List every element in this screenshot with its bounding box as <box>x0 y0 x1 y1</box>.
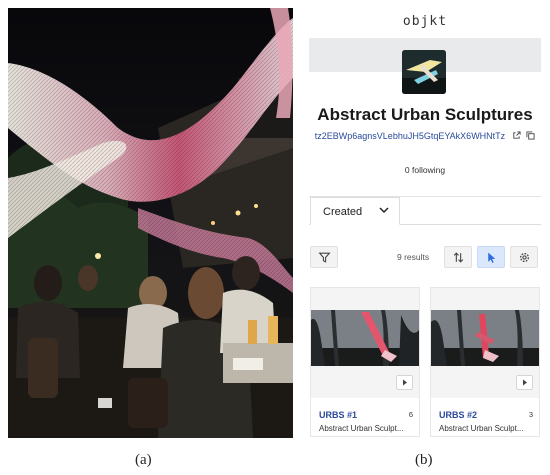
play-icon <box>523 379 527 386</box>
token-name[interactable]: URBS #1 <box>319 410 357 420</box>
caption-b: (b) <box>415 452 433 468</box>
token-name[interactable]: URBS #2 <box>439 410 477 420</box>
results-count: 9 results <box>397 252 430 262</box>
collection-title: Abstract Urban Sculptures <box>317 105 533 124</box>
following-count[interactable]: 0 following <box>309 165 541 175</box>
edition-count: 6 <box>408 410 413 419</box>
token-image <box>431 310 539 366</box>
filter-icon <box>318 252 331 263</box>
wallet-address-link[interactable]: tz2EBWp6agnsVLebhuJH5GtqEYAkX6WHNtTz <box>315 131 505 141</box>
token-description: Abstract Urban Sculpt... <box>319 424 404 433</box>
photo-scene <box>8 8 293 438</box>
token-image <box>311 310 419 366</box>
edition-count: 3 <box>528 410 533 419</box>
play-button[interactable] <box>396 375 413 390</box>
collection-avatar <box>402 50 446 94</box>
play-button[interactable] <box>516 375 533 390</box>
wallet-address-row: tz2EBWp6agnsVLebhuJH5GtqEYAkX6WHNtTz <box>309 131 541 141</box>
tab-created-label: Created <box>323 206 363 218</box>
pointer-icon <box>488 252 496 263</box>
sort-button[interactable] <box>444 246 472 268</box>
select-mode-button[interactable] <box>477 246 505 268</box>
token-description: Abstract Urban Sculpt... <box>439 424 524 433</box>
card-header <box>431 288 539 310</box>
card-header <box>311 288 419 310</box>
play-icon <box>403 379 407 386</box>
settings-button[interactable] <box>510 246 538 268</box>
objkt-collection-page: objkt Abstract Urban Sculptures tz2EBWp6… <box>309 8 541 438</box>
external-link-icon[interactable] <box>512 131 521 140</box>
token-thumbnail[interactable] <box>431 310 539 366</box>
objkt-logo[interactable]: objkt <box>309 14 541 29</box>
copy-icon[interactable] <box>526 131 535 140</box>
caption-a: (a) <box>135 452 152 468</box>
token-card[interactable]: URBS #2 3 Abstract Urban Sculpt... <box>430 287 540 437</box>
outdoor-light-installation-photo <box>8 8 293 438</box>
chevron-down-icon <box>379 207 389 214</box>
card-media-bar <box>431 366 539 398</box>
token-thumbnail[interactable] <box>311 310 419 366</box>
card-media-bar <box>311 366 419 398</box>
sort-icon <box>453 252 464 263</box>
token-card[interactable]: URBS #1 6 Abstract Urban Sculpt... <box>310 287 420 437</box>
avatar-image <box>402 50 446 94</box>
filter-button[interactable] <box>310 246 338 268</box>
gear-icon <box>519 252 530 263</box>
tab-created[interactable]: Created <box>310 197 400 225</box>
